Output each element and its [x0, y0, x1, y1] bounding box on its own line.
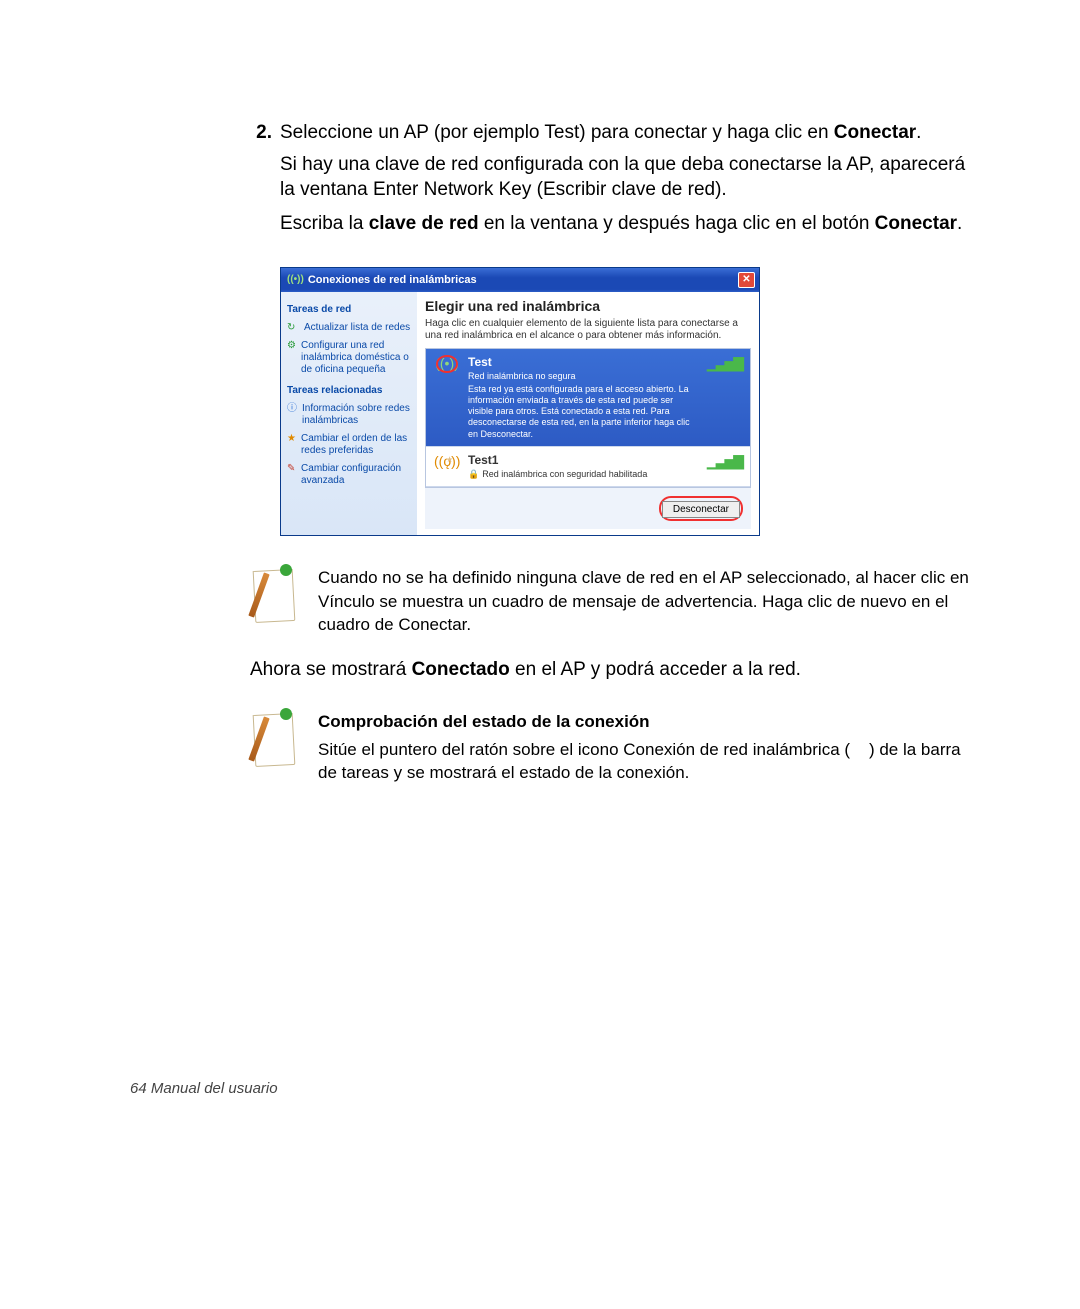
step-line-1: Seleccione un AP (por ejemplo Test) para…: [280, 120, 921, 146]
sidebar-section-1: Tareas de red: [287, 304, 411, 315]
wireless-dialog: ((•)) Conexiones de red inalámbricas ✕ T…: [280, 267, 760, 536]
note-icon: [250, 566, 298, 622]
network-list: ((•)) Test Red inalámbrica no segura Est…: [425, 348, 751, 488]
note-1-text: Cuando no se ha definido ninguna clave d…: [318, 566, 970, 637]
info-icon: ⓘ: [287, 403, 297, 415]
sidebar-item-advanced[interactable]: ✎ Cambiar configuración avanzada: [287, 460, 411, 490]
main-desc: Haga clic en cualquier elemento de la si…: [425, 318, 751, 342]
network-subtitle: 🔒 Red inalámbrica con seguridad habilita…: [468, 469, 699, 480]
signal-icon: ▁▃▅▇: [707, 355, 742, 372]
page-footer: 64 Manual del usuario: [130, 1080, 278, 1097]
body-connected-para: Ahora se mostrará Conectado en el AP y p…: [250, 657, 970, 684]
step-para-2: Si hay una clave de red configurada con …: [280, 152, 970, 203]
network-item-test1[interactable]: ((ǫ)) Test1 🔒 Red inalámbrica con seguri…: [426, 447, 750, 487]
main-title: Elegir una red inalámbrica: [425, 298, 751, 314]
sidebar-item-info[interactable]: ⓘ Información sobre redes inalámbricas: [287, 400, 411, 430]
step-number: 2.: [250, 122, 280, 144]
dialog-title: Conexiones de red inalámbricas: [308, 274, 477, 286]
dialog-titlebar: ((•)) Conexiones de red inalámbricas ✕: [281, 268, 759, 292]
dialog-main: Elegir una red inalámbrica Haga clic en …: [417, 292, 759, 535]
note-icon: [250, 710, 298, 766]
dialog-sidebar: Tareas de red ↻ Actualizar lista de rede…: [281, 292, 417, 535]
setup-icon: ⚙: [287, 340, 296, 352]
gear-icon: ✎: [287, 463, 296, 475]
close-button[interactable]: ✕: [738, 272, 755, 288]
note-2: Comprobación del estado de la conexión S…: [250, 710, 970, 785]
network-item-test[interactable]: ((•)) Test Red inalámbrica no segura Est…: [426, 349, 750, 447]
sidebar-item-order[interactable]: ★ Cambiar el orden de las redes preferid…: [287, 430, 411, 460]
star-icon: ★: [287, 433, 296, 445]
note-1: Cuando no se ha definido ninguna clave d…: [250, 566, 970, 637]
network-subtitle: Red inalámbrica no segura: [468, 371, 699, 381]
note-2-heading: Comprobación del estado de la conexión: [318, 710, 970, 734]
network-name: Test: [468, 355, 492, 369]
note-2-text: Sitúe el puntero del ratón sobre el icon…: [318, 738, 970, 786]
network-detail: Esta red ya está configurada para el acc…: [468, 384, 699, 440]
step-para-3: Escriba la clave de red en la ventana y …: [280, 211, 970, 237]
refresh-icon: ↻: [287, 322, 299, 334]
wireless-icon: ((ǫ)): [434, 453, 460, 480]
lock-icon: 🔒: [468, 469, 479, 480]
wireless-icon: ((•)): [434, 355, 460, 440]
disconnect-button[interactable]: Desconectar: [662, 501, 740, 518]
sidebar-section-2: Tareas relacionadas: [287, 385, 411, 396]
sidebar-item-refresh[interactable]: ↻ Actualizar lista de redes: [287, 319, 411, 337]
wireless-title-icon: ((•)): [287, 274, 304, 285]
sidebar-item-setup[interactable]: ⚙ Configurar una red inalámbrica domésti…: [287, 337, 411, 379]
network-name: Test1: [468, 453, 699, 467]
signal-icon: ▁▃▅▇: [707, 453, 742, 470]
